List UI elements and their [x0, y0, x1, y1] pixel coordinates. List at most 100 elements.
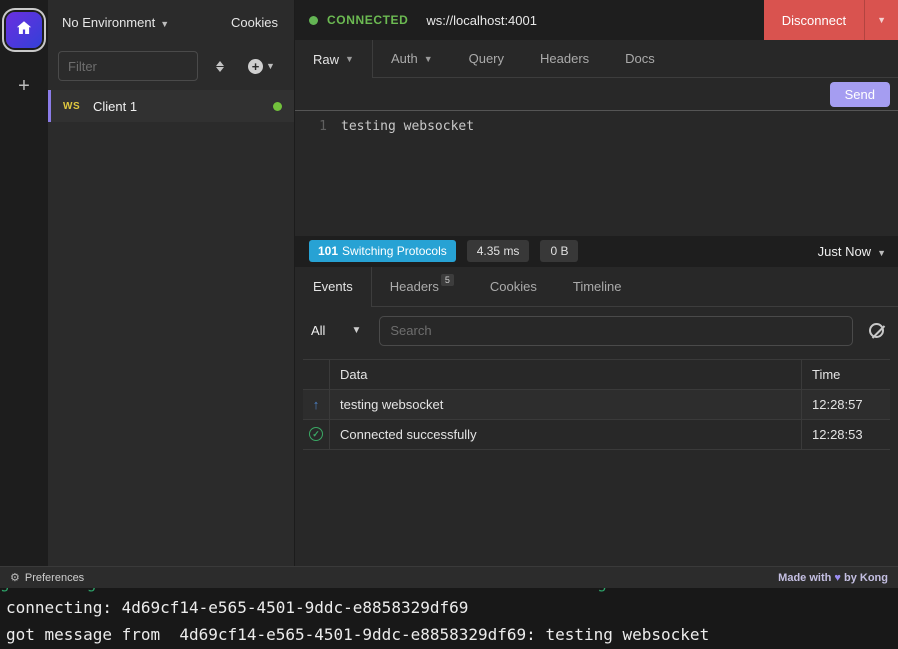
by-kong-text: by Kong — [844, 572, 888, 584]
disconnect-dropdown[interactable]: ▼ — [864, 0, 898, 40]
tab-docs-label: Docs — [625, 51, 655, 66]
connection-status-label: CONNECTED — [327, 13, 408, 27]
sidebar-filter-row: + ▼ — [48, 44, 294, 88]
insomnia-app-window: + No Environment ▼ Cookies + ▼ WS Client … — [0, 0, 898, 649]
environment-selector[interactable]: No Environment ▼ — [62, 15, 169, 30]
plus-circle-icon: + — [248, 59, 263, 74]
main-row: + No Environment ▼ Cookies + ▼ WS Client … — [0, 0, 898, 566]
event-time: 12:28:57 — [801, 390, 890, 419]
chevron-down-icon: ▼ — [877, 248, 886, 258]
disconnect-button[interactable]: Disconnect ▼ — [764, 0, 898, 40]
chevron-down-icon: ▼ — [160, 19, 169, 29]
response-size-badge: 0 B — [540, 240, 578, 262]
history-label: Just Now — [818, 244, 871, 259]
tab-cookies-label: Cookies — [490, 279, 537, 294]
websocket-url-bar: CONNECTED ws://localhost:4001 Disconnect… — [295, 0, 898, 40]
made-with-text: Made with — [778, 572, 831, 584]
preferences-label: Preferences — [25, 572, 84, 584]
chevron-down-icon: ▼ — [877, 15, 886, 25]
tab-response-cookies[interactable]: Cookies — [472, 267, 555, 306]
chevron-down-icon: ▼ — [345, 54, 354, 64]
terminal-output: got message from 4d69cf14-e565-4501-9ddc… — [0, 588, 898, 649]
environment-label: No Environment — [62, 15, 155, 30]
headers-count-badge: 5 — [441, 274, 454, 286]
chevron-down-icon: ▼ — [424, 54, 433, 64]
clear-events-icon[interactable] — [869, 323, 884, 338]
event-type-value: All — [311, 323, 325, 338]
tab-auth[interactable]: Auth ▼ — [373, 40, 451, 77]
events-table-header: Data Time — [303, 360, 890, 390]
events-search-input[interactable] — [379, 316, 853, 346]
sidebar-header: No Environment ▼ Cookies — [48, 0, 294, 44]
event-time: 12:28:53 — [801, 420, 890, 449]
send-button[interactable]: Send — [830, 82, 890, 107]
sort-icon[interactable] — [216, 61, 224, 72]
home-icon — [15, 19, 33, 42]
editor-content: testing websocket — [341, 119, 474, 134]
panel-empty-space — [295, 450, 898, 567]
home-button[interactable] — [6, 12, 42, 48]
tab-headers-label: Headers — [540, 51, 589, 66]
status-code: 101 — [318, 244, 338, 258]
terminal-line: connecting: 4d69cf14-e565-4501-9ddc-e885… — [0, 594, 898, 621]
events-table: Data Time ↑ testing websocket 12:28:57 ✓… — [303, 359, 890, 450]
status-text: Switching Protocols — [342, 244, 447, 258]
tab-timeline-label: Timeline — [573, 279, 622, 294]
message-editor[interactable]: 1 testing websocket — [295, 111, 898, 236]
event-row-sent[interactable]: ↑ testing websocket 12:28:57 — [303, 390, 890, 420]
connection-status-dot — [273, 102, 282, 111]
tab-query[interactable]: Query — [451, 40, 522, 77]
time-column-header: Time — [801, 360, 890, 389]
tab-query-label: Query — [469, 51, 504, 66]
cookies-link[interactable]: Cookies — [231, 15, 278, 30]
tab-timeline[interactable]: Timeline — [555, 267, 640, 306]
events-filter-row: All ▼ — [295, 307, 898, 355]
websocket-url-input[interactable]: ws://localhost:4001 — [426, 13, 763, 28]
gear-icon: ⚙ — [10, 571, 20, 584]
event-type-select[interactable]: All ▼ — [311, 323, 361, 338]
tab-events-label: Events — [313, 279, 353, 294]
event-data: Connected successfully — [330, 420, 801, 449]
editor-line: 1 testing websocket — [295, 119, 898, 134]
made-with-kong: Made with ♥ by Kong — [778, 572, 888, 584]
request-tabs: Raw ▼ Auth ▼ Query Headers Docs — [295, 40, 898, 78]
arrow-up-icon: ↑ — [303, 390, 330, 419]
check-circle-icon: ✓ — [303, 420, 330, 449]
activity-bar: + — [0, 0, 48, 566]
terminal-line: got message from 4d69cf14-e565-4501-9ddc… — [0, 621, 898, 648]
tab-raw-label: Raw — [313, 52, 339, 67]
response-history-dropdown[interactable]: Just Now ▼ — [818, 244, 886, 259]
footer-bar: ⚙ Preferences Made with ♥ by Kong — [0, 566, 898, 588]
disconnect-label: Disconnect — [764, 0, 864, 40]
data-column-header: Data — [330, 360, 801, 389]
connected-dot-icon — [309, 16, 318, 25]
event-row-connected[interactable]: ✓ Connected successfully 12:28:53 — [303, 420, 890, 450]
line-number: 1 — [295, 119, 341, 134]
icon-column-header — [303, 360, 330, 389]
response-time-badge: 4.35 ms — [467, 240, 530, 262]
tab-headers[interactable]: Headers — [522, 40, 607, 77]
chevron-down-icon: ▼ — [266, 61, 275, 71]
sidebar-item-client-1[interactable]: WS Client 1 — [48, 90, 294, 122]
event-data: testing websocket — [330, 390, 801, 419]
sidebar-filter-input[interactable] — [58, 51, 198, 81]
preferences-button[interactable]: ⚙ Preferences — [10, 571, 84, 584]
tab-headers-label: Headers — [390, 279, 439, 294]
sidebar: No Environment ▼ Cookies + ▼ WS Client 1 — [48, 0, 295, 566]
tab-response-headers[interactable]: Headers 5 — [372, 267, 472, 306]
tab-auth-label: Auth — [391, 51, 418, 66]
status-code-badge: 101 Switching Protocols — [309, 240, 456, 262]
tab-raw[interactable]: Raw ▼ — [295, 40, 373, 78]
send-row: Send — [295, 78, 898, 111]
chevron-down-icon: ▼ — [351, 325, 361, 336]
response-tabs: Events Headers 5 Cookies Timeline — [295, 267, 898, 307]
tab-docs[interactable]: Docs — [607, 40, 673, 77]
add-request-button[interactable]: + ▼ — [248, 59, 275, 74]
main-panel: CONNECTED ws://localhost:4001 Disconnect… — [295, 0, 898, 566]
new-project-button[interactable]: + — [18, 76, 30, 96]
client-name: Client 1 — [93, 99, 273, 114]
ws-method-tag: WS — [63, 101, 93, 112]
tab-events[interactable]: Events — [295, 267, 372, 307]
response-status-bar: 101 Switching Protocols 4.35 ms 0 B Just … — [295, 236, 898, 267]
heart-icon: ♥ — [834, 572, 841, 584]
